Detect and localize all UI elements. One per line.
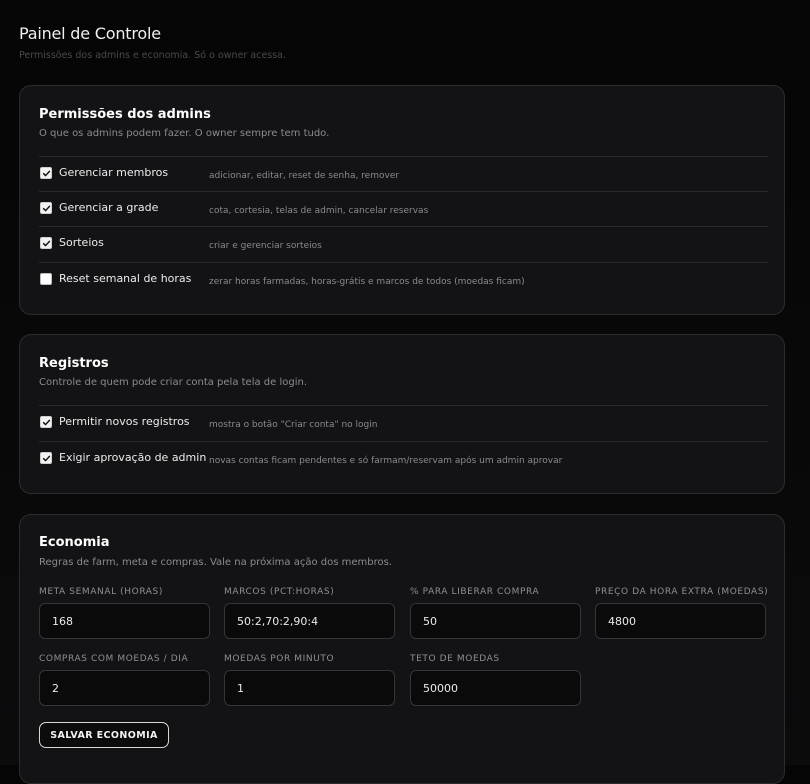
check-icon [42, 455, 50, 461]
perm-label: Sorteios [59, 236, 104, 249]
permissions-description: O que os admins podem fazer. O owner sem… [39, 128, 330, 139]
compras-dia-input[interactable] [39, 670, 210, 706]
perm-label: Exigir aprovação de admin [59, 451, 207, 464]
field-label-moedas-minuto: MOEDAS POR MINUTO [224, 654, 335, 664]
field-label-pct-liberar-compra: % PARA LIBERAR COMPRA [410, 587, 540, 597]
permissions-title: Permissões dos admins [39, 107, 211, 122]
page-title: Painel de Controle [19, 24, 161, 43]
perm-hint: adicionar, editar, reset de senha, remov… [209, 171, 400, 181]
perm-row-gerenciar-membros: Gerenciar membros adicionar, editar, res… [39, 156, 768, 191]
permissions-card: Permissões dos admins O que os admins po… [19, 85, 785, 315]
perm-hint: zerar horas farmadas, horas-grátis e mar… [209, 277, 525, 287]
checkbox-gerenciar-membros[interactable] [40, 167, 52, 179]
meta-semanal-input[interactable] [39, 603, 210, 639]
perm-hint: mostra o botão "Criar conta" no login [209, 420, 378, 430]
field-label-teto-moedas: TETO DE MOEDAS [410, 654, 500, 664]
economy-title: Economia [39, 535, 110, 550]
teto-moedas-input[interactable] [410, 670, 581, 706]
perm-row-gerenciar-grade: Gerenciar a grade cota, cortesia, telas … [39, 191, 768, 226]
save-economy-button[interactable]: SALVAR ECONOMIA [39, 722, 169, 748]
check-icon [42, 419, 50, 425]
field-label-marcos: MARCOS (PCT:HORAS) [224, 587, 335, 597]
economy-description: Regras de farm, meta e compras. Vale na … [39, 557, 392, 568]
perm-row-sorteios: Sorteios criar e gerenciar sorteios [39, 226, 768, 261]
perm-label: Gerenciar a grade [59, 201, 159, 214]
perm-label: Permitir novos registros [59, 415, 190, 428]
pct-liberar-compra-input[interactable] [410, 603, 581, 639]
preco-hora-extra-input[interactable] [595, 603, 766, 639]
checkbox-permitir-registros[interactable] [40, 416, 52, 428]
perm-hint: criar e gerenciar sorteios [209, 241, 322, 251]
checkbox-gerenciar-grade[interactable] [40, 202, 52, 214]
check-icon [42, 240, 50, 246]
checkbox-reset-semanal[interactable] [40, 273, 52, 285]
perm-row-exigir-aprovacao: Exigir aprovação de admin novas contas f… [39, 441, 768, 476]
check-icon [42, 170, 50, 176]
perm-row-permitir-registros: Permitir novos registros mostra o botão … [39, 405, 768, 440]
field-label-meta-semanal: META SEMANAL (HORAS) [39, 587, 163, 597]
moedas-minuto-input[interactable] [224, 670, 395, 706]
perm-hint: cota, cortesia, telas de admin, cancelar… [209, 206, 429, 216]
registrations-description: Controle de quem pode criar conta pela t… [39, 377, 308, 388]
economy-card: Economia Regras de farm, meta e compras.… [19, 514, 785, 784]
perm-hint: novas contas ficam pendentes e só farmam… [209, 456, 563, 466]
field-label-preco-hora-extra: PREÇO DA HORA EXTRA (MOEDAS) [595, 587, 769, 597]
page-subtitle: Permissões dos admins e economia. Só o o… [19, 50, 286, 61]
registrations-title: Registros [39, 356, 109, 371]
check-icon [42, 205, 50, 211]
perm-row-reset-semanal: Reset semanal de horas zerar horas farma… [39, 262, 768, 297]
checkbox-sorteios[interactable] [40, 237, 52, 249]
marcos-input[interactable] [224, 603, 395, 639]
checkbox-exigir-aprovacao[interactable] [40, 452, 52, 464]
perm-label: Gerenciar membros [59, 166, 169, 179]
perm-label: Reset semanal de horas [59, 272, 192, 285]
field-label-compras-dia: COMPRAS COM MOEDAS / DIA [39, 654, 189, 664]
registrations-card: Registros Controle de quem pode criar co… [19, 334, 785, 494]
